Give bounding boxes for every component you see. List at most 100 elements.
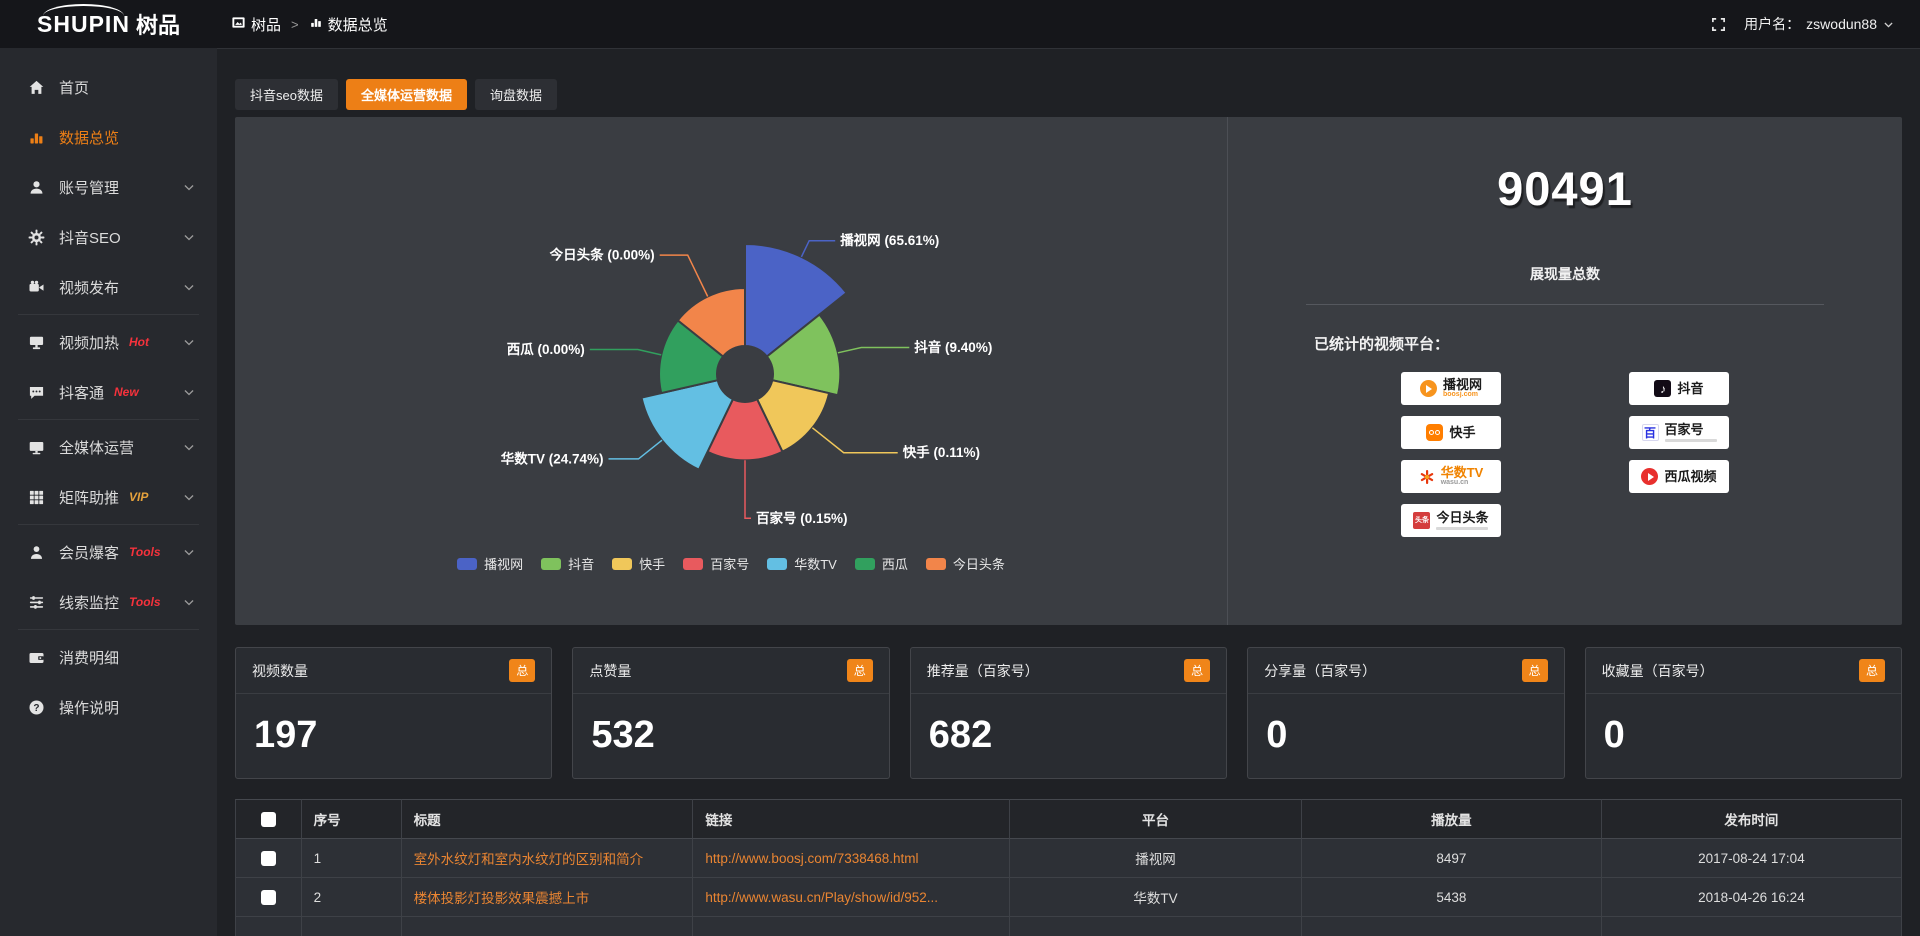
stat-card-value: 532: [573, 694, 888, 757]
stat-card-value: 682: [911, 694, 1226, 757]
stat-card-3: 分享量（百家号）总0: [1247, 647, 1564, 779]
app-logo[interactable]: SHUPIN 树品: [0, 0, 217, 48]
sidebar-item-11[interactable]: 消费明细: [0, 632, 217, 682]
pie-label-line: [838, 348, 909, 353]
breadcrumb-separator: >: [291, 17, 299, 32]
legend-item-0[interactable]: 播视网: [457, 554, 523, 573]
tab-1[interactable]: 全媒体运营数据: [346, 79, 467, 110]
logo-suffix: 树品: [136, 8, 180, 40]
breadcrumb-current-label: 数据总览: [328, 14, 388, 35]
breadcrumb-root-label: 树品: [251, 14, 281, 35]
sidebar-item-badge: Hot: [129, 335, 149, 349]
row-checkbox[interactable]: [261, 851, 276, 866]
total-badge: 总: [1859, 659, 1885, 682]
legend-swatch: [683, 558, 703, 570]
platform-badge-百家号: 百百家号: [1629, 416, 1729, 449]
row-link-cell: http://www.boosj.com/7338468.html: [693, 839, 1010, 878]
table-header-0: 序号: [302, 799, 402, 839]
sidebar-item-label: 账号管理: [59, 177, 119, 198]
platform-badge-快手: 快手: [1401, 416, 1501, 449]
sidebar-item-1[interactable]: 数据总览: [0, 112, 217, 162]
sidebar-item-0[interactable]: 首页: [0, 62, 217, 112]
legend-swatch: [855, 558, 875, 570]
sidebar-item-label: 线索监控: [59, 592, 119, 613]
row-checkbox[interactable]: [261, 890, 276, 905]
toutiao-logo: 头条: [1413, 512, 1430, 529]
bar-chart-icon: [309, 15, 323, 33]
total-impressions-label: 展现量总数: [1228, 264, 1902, 284]
legend-label: 华数TV: [794, 554, 837, 573]
sidebar-item-8[interactable]: 矩阵助推VIP: [0, 472, 217, 522]
stat-card-label: 点赞量: [589, 661, 631, 681]
legend-item-5[interactable]: 西瓜: [855, 554, 908, 573]
stat-card-label: 推荐量（百家号）: [927, 661, 1039, 681]
row-plays: 8497: [1302, 839, 1602, 878]
breadcrumb-current[interactable]: 数据总览: [309, 14, 388, 35]
legend-label: 抖音: [568, 554, 594, 573]
logo-tagline: [1436, 527, 1488, 530]
tab-2[interactable]: 询盘数据: [475, 79, 557, 110]
legend-swatch: [926, 558, 946, 570]
sliders-icon: [28, 594, 45, 611]
xigua-logo: [1641, 468, 1658, 485]
sidebar-item-label: 视频加热: [59, 332, 119, 353]
divider: [1306, 304, 1824, 305]
pie-label-line: [590, 350, 661, 355]
legend-swatch: [767, 558, 787, 570]
total-badge: 总: [509, 659, 535, 682]
video-icon: [28, 279, 45, 296]
stat-card-4: 收藏量（百家号）总0: [1585, 647, 1902, 779]
pie-label-line: [609, 440, 663, 459]
legend-item-6[interactable]: 今日头条: [926, 554, 1005, 573]
screen-icon: [28, 334, 45, 351]
grid-icon: [28, 489, 45, 506]
select-all-checkbox[interactable]: [261, 812, 276, 827]
logo-text: SHUPIN: [37, 11, 130, 38]
total-badge: 总: [1184, 659, 1210, 682]
platform-badge-华数TV: 华数TVwasu.cn: [1401, 460, 1501, 493]
sidebar-item-badge: Tools: [129, 545, 161, 559]
row-platform: 播视网: [1010, 839, 1302, 878]
data-tabs: 抖音seo数据全媒体运营数据询盘数据: [235, 79, 1902, 110]
platform-badge-播视网: 播视网boosj.com: [1401, 372, 1501, 405]
question-icon: ?: [28, 699, 45, 716]
platform-column-0: 播视网boosj.com快手华数TVwasu.cn头条今日头条: [1401, 372, 1501, 537]
video-title-link[interactable]: 室外水纹灯和室内水纹灯的区别和简介: [414, 848, 644, 868]
legend-item-2[interactable]: 快手: [612, 554, 665, 573]
row-checkbox-cell: [235, 839, 302, 878]
sidebar-item-7[interactable]: 全媒体运营: [0, 422, 217, 472]
row-title-cell: 楼体投影灯投影效果震撼上市: [402, 878, 694, 917]
sidebar-item-6[interactable]: 抖客通New: [0, 367, 217, 417]
sidebar-item-12[interactable]: ?操作说明: [0, 682, 217, 732]
platform-sub: boosj.com: [1443, 391, 1478, 399]
legend-item-4[interactable]: 华数TV: [767, 554, 837, 573]
kuaishou-logo: [1426, 424, 1443, 441]
row-checkbox-cell: [235, 878, 302, 917]
row-published: 2018-04-26 16:24: [1602, 878, 1902, 917]
sidebar-item-10[interactable]: 线索监控Tools: [0, 577, 217, 627]
row-index: 2: [302, 878, 402, 917]
legend-item-1[interactable]: 抖音: [541, 554, 594, 573]
breadcrumb-root[interactable]: 树品: [231, 14, 281, 35]
video-title-link[interactable]: 楼体投影灯投影效果震撼上市: [414, 887, 590, 907]
topbar-right: 用户名： zswodun88: [1711, 14, 1920, 34]
sidebar-item-9[interactable]: 会员爆客 Tools: [0, 527, 217, 577]
bar-chart-icon: [28, 129, 45, 146]
sidebar-item-2[interactable]: 账号管理: [0, 162, 217, 212]
logo-tagline: [1665, 439, 1717, 442]
pie-label-line: [812, 428, 897, 453]
legend-item-3[interactable]: 百家号: [683, 554, 749, 573]
chevron-down-icon: [183, 548, 195, 557]
video-url-link[interactable]: http://www.wasu.cn/Play/show/id/952...: [705, 890, 938, 905]
sidebar-item-label: 会员爆客: [59, 542, 119, 563]
video-url-link[interactable]: http://www.boosj.com/7338468.html: [705, 851, 918, 866]
pie-label-line: [801, 241, 835, 257]
sidebar-item-4[interactable]: 视频发布: [0, 262, 217, 312]
sidebar-item-5[interactable]: 视频加热 Hot: [0, 317, 217, 367]
sidebar-item-3[interactable]: 抖音SEO: [0, 212, 217, 262]
tab-0[interactable]: 抖音seo数据: [235, 79, 338, 110]
fullscreen-icon[interactable]: [1711, 17, 1726, 32]
user-menu[interactable]: 用户名： zswodun88: [1744, 14, 1894, 34]
legend-label: 今日头条: [953, 554, 1005, 573]
gear-icon: [28, 229, 45, 246]
